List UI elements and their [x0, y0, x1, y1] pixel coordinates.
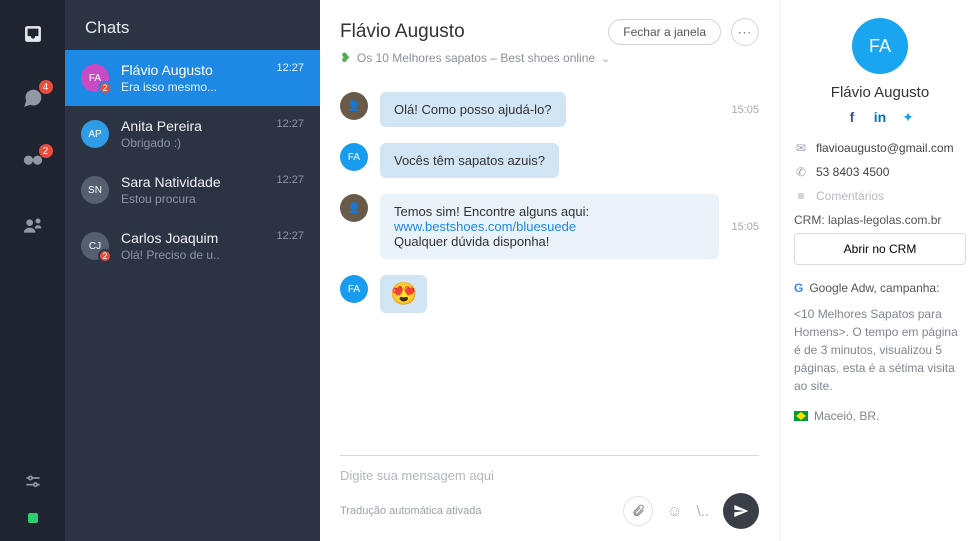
message-bubble: Temos sim! Encontre alguns aqui: www.bes…	[380, 194, 719, 259]
nav-rail: 4 2	[0, 0, 65, 541]
chat-item[interactable]: FA2 Flávio Augusto Era isso mesmo... 12:…	[65, 50, 320, 106]
message-link[interactable]: www.bestshoes.com/bluesuede	[394, 219, 576, 234]
visitor-avatar: FA	[340, 275, 368, 303]
send-button[interactable]	[723, 493, 759, 529]
contact-email-row: ✉ flavioaugusto@gmail.com	[794, 141, 966, 155]
chat-avatar: SN	[81, 176, 109, 204]
chat-list-title: Chats	[65, 0, 320, 50]
translation-status: Tradução automática ativada	[340, 505, 481, 517]
crm-label: CRM: laplas-legolas.com.br	[794, 213, 966, 227]
chat-preview: Obrigado :)	[121, 136, 260, 150]
contact-name: Flávio Augusto	[794, 84, 966, 101]
chat-unread-badge: 2	[98, 81, 112, 95]
chat-avatar: AP	[81, 120, 109, 148]
email-icon: ✉	[794, 141, 808, 155]
attach-button[interactable]	[623, 496, 653, 526]
chat-item[interactable]: SN Sara Natividade Estou procura 12:27	[65, 162, 320, 218]
agent-avatar: 👤	[340, 92, 368, 120]
chat-time: 12:27	[276, 62, 304, 74]
message-row: FA Vocês têm sapatos azuis?	[340, 143, 759, 178]
message-time: 15:05	[731, 221, 759, 233]
chat-name: Flávio Augusto	[121, 62, 260, 78]
chat-preview: Estou procura	[121, 192, 260, 206]
chat-name: Sara Natividade	[121, 174, 260, 190]
leaf-icon: ❥	[340, 50, 351, 66]
agent-avatar: 👤	[340, 194, 368, 222]
rail-visitors[interactable]: 2	[21, 150, 45, 174]
conversation-title: Flávio Augusto	[340, 21, 465, 43]
adwords-row: G Google Adw, campanha:	[794, 281, 966, 295]
rail-settings[interactable]	[21, 471, 45, 495]
chat-time: 12:27	[276, 230, 304, 242]
chat-unread-badge: 2	[98, 249, 112, 263]
facebook-icon[interactable]: f	[844, 109, 860, 125]
rail-visitors-badge: 2	[39, 144, 53, 158]
conversation-source[interactable]: ❥ Os 10 Melhores sapatos – Best shoes on…	[340, 50, 759, 66]
rail-chat-badge: 4	[39, 80, 53, 94]
google-icon: G	[794, 281, 803, 295]
conversation-panel: Flávio Augusto Fechar a janela ⋯ ❥ Os 10…	[320, 0, 780, 541]
contact-comments-row[interactable]: ≡ Comentários	[794, 189, 966, 203]
emoji-button[interactable]: ☺	[667, 503, 682, 520]
twitter-icon[interactable]: ✦	[900, 109, 916, 125]
location-row: Maceió, BR.	[794, 409, 966, 423]
contact-phone-row: ✆ 53 8403 4500	[794, 165, 966, 179]
contact-avatar: FA	[852, 18, 908, 74]
close-window-button[interactable]: Fechar a janela	[608, 19, 721, 45]
message-bubble: 😍	[380, 275, 427, 313]
brazil-flag-icon	[794, 411, 808, 421]
chat-list: Chats FA2 Flávio Augusto Era isso mesmo.…	[65, 0, 320, 541]
messages-area: 👤 Olá! Como posso ajudá-lo? 15:05 FA Voc…	[320, 74, 779, 455]
rail-chat[interactable]: 4	[21, 86, 45, 110]
message-time: 15:05	[731, 104, 759, 116]
rail-inbox[interactable]	[21, 22, 45, 46]
shortcuts-button[interactable]: \..	[696, 503, 709, 520]
message-row: 👤 Olá! Como posso ajudá-lo? 15:05	[340, 92, 759, 127]
chat-time: 12:27	[276, 174, 304, 186]
chat-time: 12:27	[276, 118, 304, 130]
visit-description: <10 Melhores Sapatos para Homens>. O tem…	[794, 305, 966, 395]
phone-icon: ✆	[794, 165, 808, 179]
contact-details-panel: FA Flávio Augusto f in ✦ ✉ flavioaugusto…	[780, 0, 980, 541]
linkedin-icon[interactable]: in	[872, 109, 888, 125]
chat-preview: Olá! Preciso de u..	[121, 248, 260, 262]
more-button[interactable]: ⋯	[731, 18, 759, 46]
contact-email[interactable]: flavioaugusto@gmail.com	[816, 141, 954, 155]
message-bubble: Vocês têm sapatos azuis?	[380, 143, 559, 178]
chat-avatar: FA2	[81, 64, 109, 92]
chat-item[interactable]: CJ2 Carlos Joaquim Olá! Preciso de u.. 1…	[65, 218, 320, 274]
chevron-down-icon: ⌄	[601, 52, 610, 65]
contact-phone[interactable]: 53 8403 4500	[816, 165, 889, 179]
chat-name: Carlos Joaquim	[121, 230, 260, 246]
open-crm-button[interactable]: Abrir no CRM	[794, 233, 966, 265]
comments-icon: ≡	[794, 189, 808, 203]
chat-item[interactable]: AP Anita Pereira Obrigado :) 12:27	[65, 106, 320, 162]
status-indicator[interactable]	[28, 513, 38, 523]
message-row: 👤 Temos sim! Encontre alguns aqui: www.b…	[340, 194, 759, 259]
message-row: FA 😍	[340, 275, 759, 313]
chat-preview: Era isso mesmo...	[121, 80, 260, 94]
chat-name: Anita Pereira	[121, 118, 260, 134]
visitor-avatar: FA	[340, 143, 368, 171]
chat-avatar: CJ2	[81, 232, 109, 260]
rail-agents[interactable]	[21, 214, 45, 238]
message-bubble: Olá! Como posso ajudá-lo?	[380, 92, 566, 127]
message-input[interactable]	[340, 464, 759, 493]
